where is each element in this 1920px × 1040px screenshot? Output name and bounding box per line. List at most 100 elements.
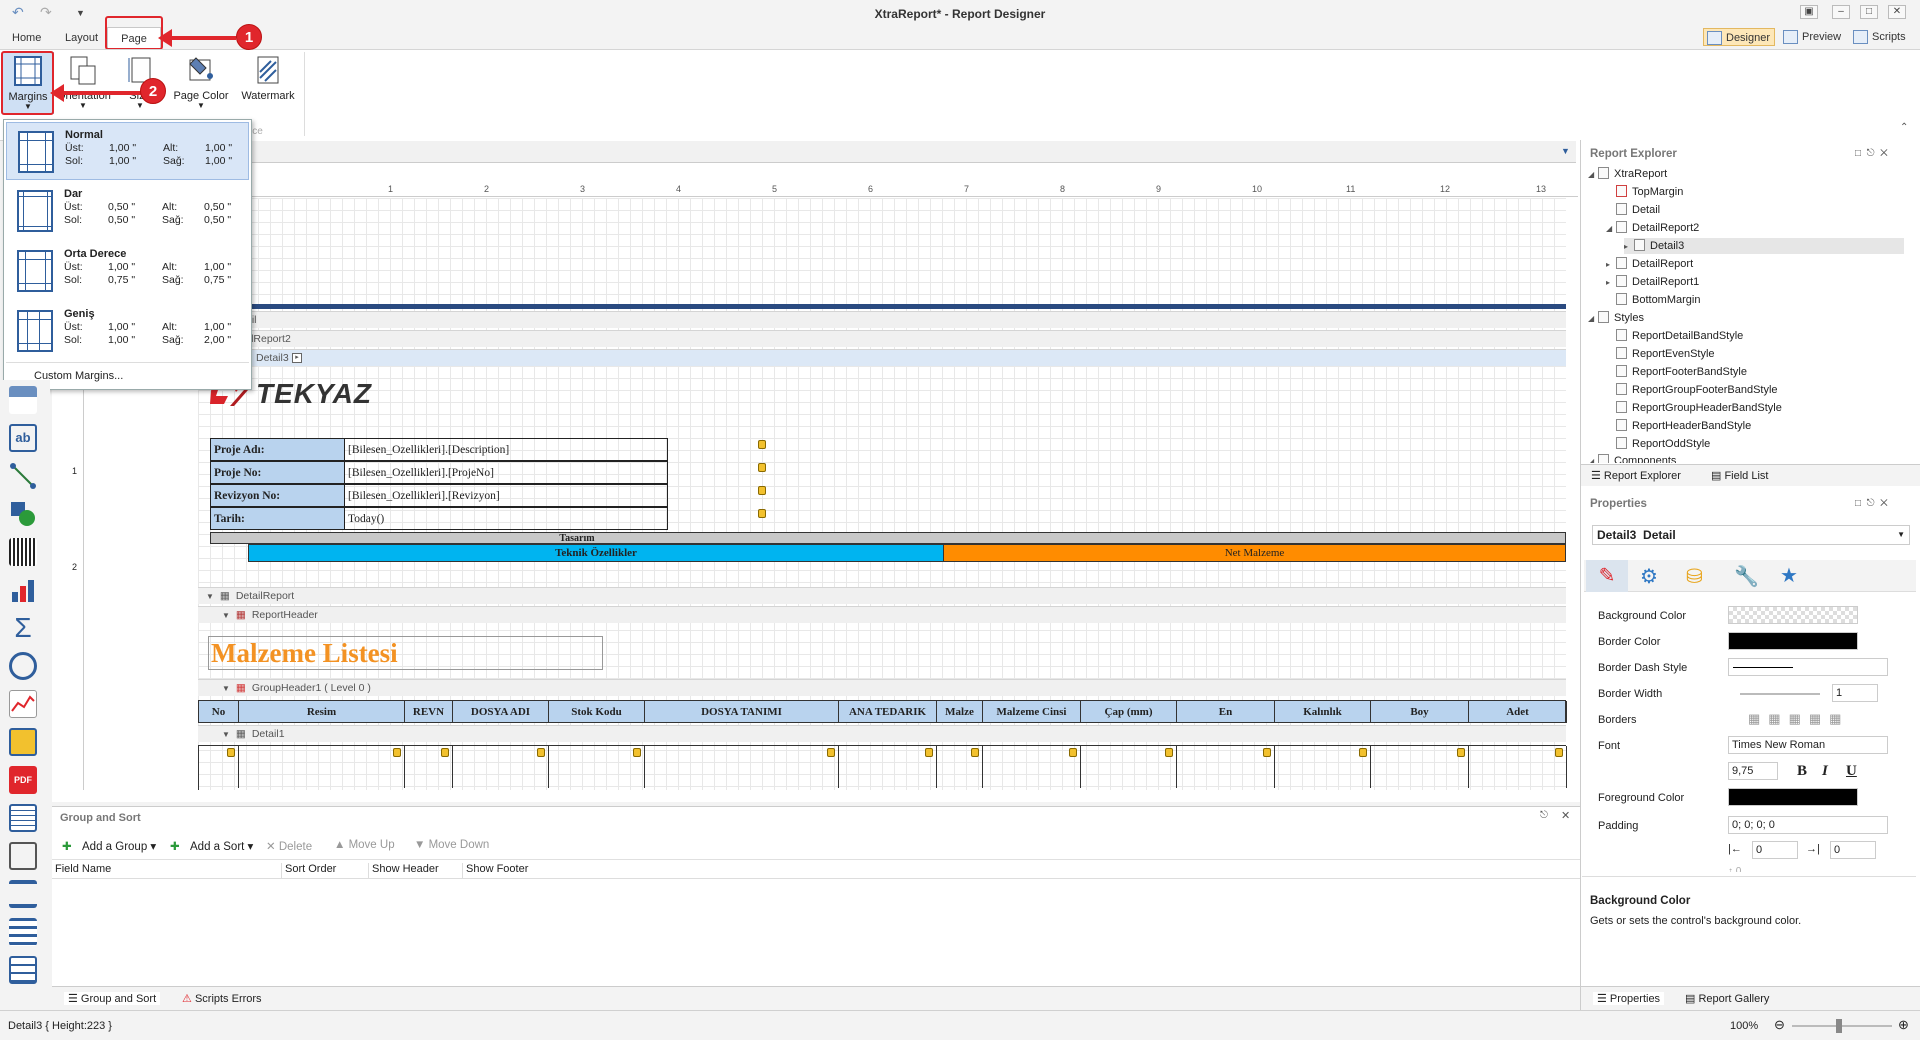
padding-top-value[interactable]: 0 bbox=[1736, 866, 1742, 872]
zoom-slider[interactable] bbox=[1792, 1025, 1892, 1027]
margin-preset-normal[interactable]: Normal Üst: 1,00 " Alt: 1,00 " Sol: 1,00 " Sa… bbox=[6, 122, 249, 180]
border-dash-style-value[interactable] bbox=[1728, 658, 1888, 676]
pdf-tool-icon[interactable]: PDF bbox=[9, 766, 37, 794]
detail-cell[interactable] bbox=[1371, 746, 1469, 788]
redo-icon[interactable]: ↷ bbox=[40, 4, 52, 21]
delete-button[interactable]: ✕ Delete bbox=[266, 839, 312, 853]
detail-cell[interactable] bbox=[1469, 746, 1567, 788]
band-groupheader[interactable]: ▼ ▦ GroupHeader1 ( Level 0 ) bbox=[198, 679, 1566, 696]
malzeme-listesi-title[interactable]: Malzeme Listesi bbox=[208, 636, 603, 670]
tree-node-style[interactable]: ReportOddStyle bbox=[1606, 436, 1710, 452]
page-info-tool-icon[interactable] bbox=[9, 842, 37, 870]
tab-report-gallery[interactable]: ▤ Report Gallery bbox=[1685, 992, 1769, 1005]
field-value-proje-adi[interactable]: [Bilesen_Ozellikleri].[Description] bbox=[344, 438, 668, 461]
tree-node-style[interactable]: ReportGroupHeaderBandStyle bbox=[1606, 400, 1782, 416]
field-value-proje-no[interactable]: [Bilesen_Ozellikleri].[ProjeNo] bbox=[344, 461, 668, 484]
column-header[interactable]: Çap (mm) bbox=[1081, 701, 1177, 723]
tree-node-detail[interactable]: Detail bbox=[1606, 202, 1660, 218]
page-break-tool-icon[interactable] bbox=[9, 880, 37, 908]
watermark-button[interactable]: Watermark bbox=[238, 52, 298, 114]
data-tab-icon[interactable]: ⛁ bbox=[1686, 564, 1703, 589]
field-value-revizyon-no[interactable]: [Bilesen_Ozellikleri].[Revizyon] bbox=[344, 484, 668, 507]
richtext-tool-icon[interactable] bbox=[9, 804, 37, 832]
line-tool-icon[interactable] bbox=[9, 462, 37, 490]
tree-node-bottommargin[interactable]: BottomMargin bbox=[1606, 292, 1700, 308]
preview-view-button[interactable]: Preview bbox=[1780, 28, 1845, 46]
customize-qat-icon[interactable]: ▼ bbox=[76, 8, 85, 18]
tab-report-explorer[interactable]: ☰ Report Explorer bbox=[1591, 469, 1681, 482]
clipboard-tool-icon[interactable] bbox=[9, 728, 37, 756]
column-sort-order[interactable]: Sort Order bbox=[281, 863, 336, 879]
detail-cell[interactable] bbox=[645, 746, 839, 788]
band-detail[interactable]: ail bbox=[198, 311, 1566, 328]
column-show-header[interactable]: Show Header bbox=[368, 863, 439, 879]
sum-tool-icon[interactable]: Σ bbox=[9, 614, 37, 642]
tab-layout[interactable]: Layout bbox=[57, 27, 106, 49]
barcode-tool-icon[interactable] bbox=[9, 538, 37, 566]
properties-panel-buttons[interactable]: □ ⎋ ✕ bbox=[1855, 498, 1888, 509]
field-label-proje-adi[interactable]: Proje Adı: bbox=[210, 438, 345, 461]
bold-button[interactable]: B bbox=[1797, 763, 1807, 780]
add-sort-button[interactable]: Add a Sort ▾ bbox=[190, 839, 253, 853]
detail-cell[interactable] bbox=[937, 746, 983, 788]
column-field-name[interactable]: Field Name bbox=[55, 863, 111, 875]
tab-field-list[interactable]: ▤ Field List bbox=[1711, 469, 1768, 482]
shape-tool-icon[interactable] bbox=[9, 500, 37, 528]
net-malzeme-header[interactable]: Net Malzeme bbox=[943, 544, 1566, 562]
undo-icon[interactable]: ↶ bbox=[12, 4, 24, 21]
tree-node-components[interactable]: ◢ Components bbox=[1588, 453, 1676, 463]
field-label-tarih[interactable]: Tarih: bbox=[210, 507, 345, 530]
tree-node-style[interactable]: ReportDetailBandStyle bbox=[1606, 328, 1743, 344]
detail-cell[interactable] bbox=[839, 746, 937, 788]
field-label-revizyon-no[interactable]: Revizyon No: bbox=[210, 484, 345, 507]
band-detailreport[interactable]: ▼ ▦ DetailReport bbox=[198, 587, 1566, 604]
zoom-thumb[interactable] bbox=[1836, 1019, 1842, 1033]
cross-band-tool-icon[interactable] bbox=[9, 918, 37, 946]
designer-view-button[interactable]: Designer bbox=[1703, 28, 1776, 46]
detail-cell[interactable] bbox=[453, 746, 549, 788]
tree-node-style[interactable]: ReportFooterBandStyle bbox=[1606, 364, 1747, 380]
tree-node-detail3[interactable]: ▸ Detail3 bbox=[1624, 238, 1904, 254]
field-value-tarih[interactable]: Today() bbox=[344, 507, 668, 530]
detail-cell[interactable] bbox=[239, 746, 405, 788]
label-tool-icon[interactable]: ab bbox=[9, 424, 37, 452]
column-header[interactable]: Kalınlık bbox=[1275, 701, 1371, 723]
scripts-view-button[interactable]: Scripts bbox=[1850, 28, 1910, 46]
font-size-value[interactable]: 9,75 bbox=[1728, 762, 1778, 780]
detail-cell[interactable] bbox=[199, 746, 239, 788]
detail-cell[interactable] bbox=[1275, 746, 1371, 788]
tasarim-header[interactable]: Tasarım bbox=[210, 532, 1566, 544]
move-up-button[interactable]: ▲ Move Up bbox=[334, 839, 395, 851]
zoom-in-icon[interactable]: ⊕ bbox=[1898, 1017, 1909, 1033]
column-header[interactable]: En bbox=[1177, 701, 1275, 723]
collapse-icon[interactable]: ▼ bbox=[206, 592, 214, 601]
padding-value[interactable]: 0; 0; 0; 0 bbox=[1728, 816, 1888, 834]
column-header[interactable]: Boy bbox=[1371, 701, 1469, 723]
column-header[interactable]: Malzeme Cinsi bbox=[983, 701, 1081, 723]
border-width-slider[interactable] bbox=[1740, 693, 1820, 695]
detail-cell[interactable] bbox=[983, 746, 1081, 788]
column-header[interactable]: Resim bbox=[239, 701, 405, 723]
margin-preset-orta-derece[interactable]: Orta Derece Üst: 1,00 " Alt: 1,00 " Sol: 0,7… bbox=[6, 242, 249, 300]
object-selector[interactable]: Detail3 Detail ▼ bbox=[1592, 525, 1910, 545]
tree-node-style[interactable]: ReportGroupFooterBandStyle bbox=[1606, 382, 1778, 398]
font-name-value[interactable]: Times New Roman bbox=[1728, 736, 1888, 754]
padding-right-value[interactable]: 0 bbox=[1830, 841, 1876, 859]
tree-node-xtrareport[interactable]: ◢ XtraReport bbox=[1588, 166, 1667, 182]
column-show-footer[interactable]: Show Footer bbox=[462, 863, 528, 879]
tree-node-detailreport[interactable]: ▸ DetailReport bbox=[1606, 256, 1693, 272]
collapse-icon[interactable]: ▼ bbox=[222, 611, 230, 620]
detail-cell[interactable] bbox=[549, 746, 645, 788]
gauge-tool-icon[interactable] bbox=[9, 652, 37, 680]
appearance-tab-icon[interactable]: ✎ bbox=[1586, 560, 1628, 592]
detail-cell[interactable] bbox=[405, 746, 453, 788]
field-label-proje-no[interactable]: Proje No: bbox=[210, 461, 345, 484]
favorites-tab-icon[interactable]: ★ bbox=[1780, 563, 1798, 588]
minimize-icon[interactable]: – bbox=[1832, 5, 1850, 19]
tree-node-topmargin[interactable]: TopMargin bbox=[1606, 184, 1683, 200]
band-detail3[interactable]: Detail3 ▸ bbox=[198, 349, 1566, 366]
tree-node-style[interactable]: ReportHeaderBandStyle bbox=[1606, 418, 1751, 434]
chart-tool-icon[interactable] bbox=[9, 576, 37, 604]
sparkline-tool-icon[interactable] bbox=[9, 690, 37, 718]
column-header[interactable]: Stok Kodu bbox=[549, 701, 645, 723]
